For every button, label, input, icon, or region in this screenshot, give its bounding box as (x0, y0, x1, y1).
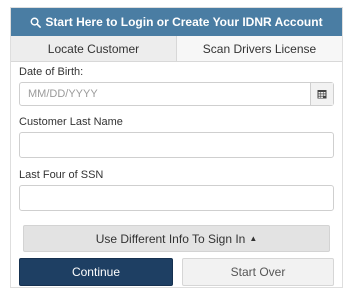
ssn-field-group (19, 185, 334, 211)
use-different-info-button[interactable]: Use Different Info To Sign In ▲ (23, 225, 330, 252)
header-title: Start Here to Login or Create Your IDNR … (45, 15, 323, 29)
login-header[interactable]: Start Here to Login or Create Your IDNR … (11, 8, 342, 36)
last-name-field-group (19, 132, 334, 158)
start-over-button[interactable]: Start Over (182, 258, 334, 286)
ssn-input[interactable] (20, 186, 333, 210)
ssn-label: Last Four of SSN (19, 169, 104, 181)
dob-field-group (19, 82, 334, 106)
use-different-info-label: Use Different Info To Sign In (95, 231, 246, 246)
continue-button[interactable]: Continue (19, 258, 173, 286)
dob-label: Date of Birth: (19, 66, 84, 78)
tab-locate-customer[interactable]: Locate Customer (11, 36, 177, 61)
login-form: Date of Birth: Customer Last Name (11, 66, 342, 211)
last-name-label: Customer Last Name (19, 116, 123, 128)
tab-scan-drivers-license[interactable]: Scan Drivers License (177, 36, 342, 61)
dob-input[interactable] (20, 83, 310, 105)
tab-bar: Locate Customer Scan Drivers License (11, 36, 342, 62)
search-icon (30, 17, 42, 28)
last-name-input[interactable] (20, 133, 333, 157)
login-panel: Start Here to Login or Create Your IDNR … (10, 7, 343, 288)
caret-up-icon: ▲ (249, 233, 258, 243)
action-bar: Continue Start Over (11, 258, 342, 286)
calendar-icon[interactable] (310, 83, 333, 105)
